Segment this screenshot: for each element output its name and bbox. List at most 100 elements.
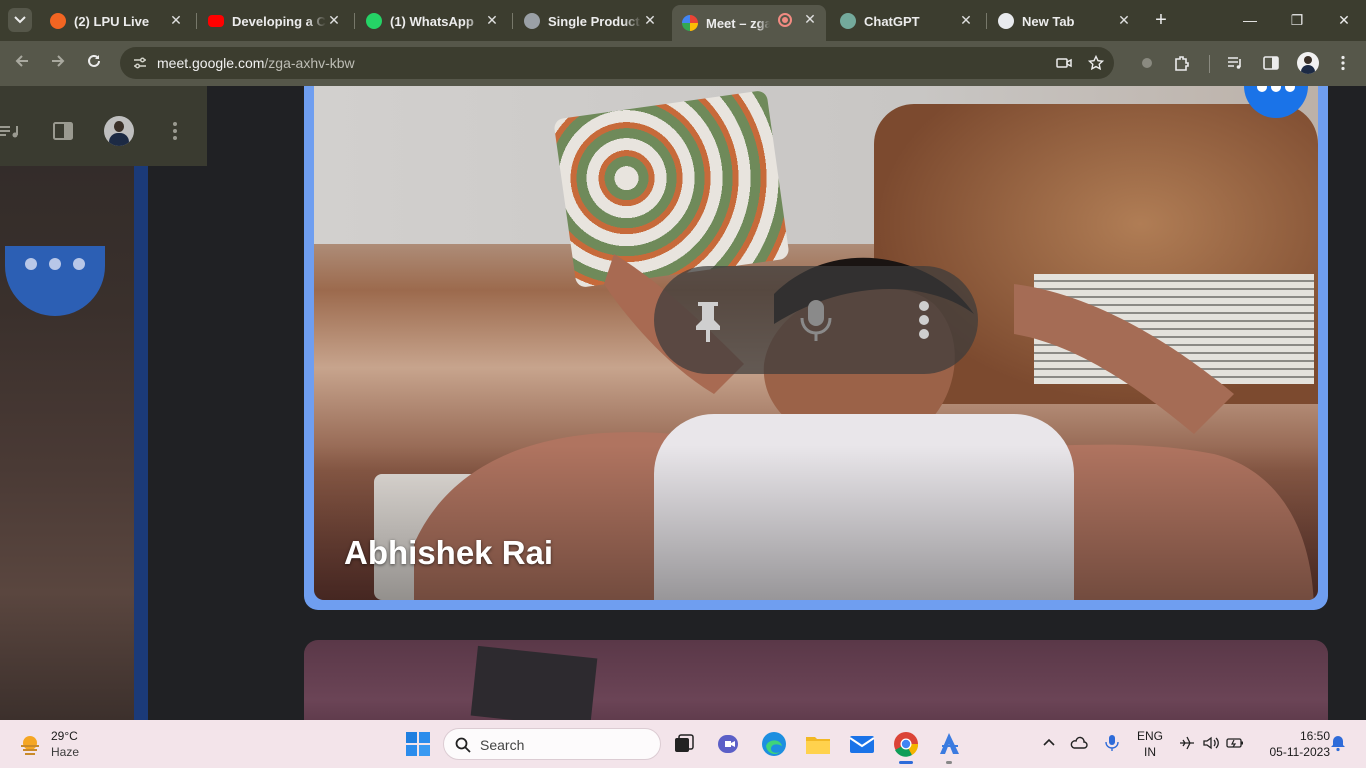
url-path: /zga-axhv-kbw	[264, 55, 355, 71]
close-tab-icon[interactable]: ✕	[326, 12, 342, 28]
tab-developing[interactable]: Developing a Co ✕	[198, 6, 350, 36]
clock-date[interactable]: 05-11-2023	[1256, 745, 1331, 759]
volume-icon[interactable]	[1202, 734, 1220, 752]
tab-title: Developing a Co	[232, 13, 326, 29]
teams-chat-icon[interactable]	[715, 730, 743, 758]
tab-title: (1) WhatsApp	[390, 13, 474, 29]
recording-icon	[778, 13, 792, 27]
tab-title: New Tab	[1022, 13, 1075, 29]
tab-meet[interactable]: Meet – zga-axhv-kbw ✕	[672, 5, 826, 41]
language-indicator[interactable]: ENG	[1134, 729, 1166, 743]
camera-icon[interactable]	[1056, 55, 1072, 71]
weather-condition[interactable]: Haze	[51, 745, 79, 759]
address-bar[interactable]: meet.google.com/zga-axhv-kbw	[120, 47, 1114, 79]
close-tab-icon[interactable]: ✕	[484, 12, 500, 28]
profile-avatar[interactable]	[104, 116, 134, 146]
tab-single-product[interactable]: Single Product P ✕	[514, 6, 666, 36]
left-video-feed	[0, 86, 134, 720]
notification-bell-icon[interactable]	[1329, 734, 1347, 752]
haze-weather-icon[interactable]	[18, 732, 42, 756]
lpu-favicon-icon	[50, 13, 66, 29]
close-tab-icon[interactable]: ✕	[802, 11, 818, 27]
azure-data-studio-icon[interactable]	[936, 730, 964, 758]
more-vert-icon[interactable]	[164, 120, 186, 142]
side-panel-icon[interactable]	[52, 120, 74, 142]
close-tab-icon[interactable]: ✕	[1116, 12, 1132, 28]
chrome-menu-icon[interactable]	[1334, 54, 1352, 72]
participant-name: Abhishek Rai	[344, 534, 554, 571]
windows-taskbar: 29°C Haze Search ENG IN 16:50 05-11-2023	[0, 720, 1366, 768]
microphone-icon[interactable]	[790, 294, 842, 346]
left-participant-tile	[0, 86, 148, 720]
restore-button[interactable]: ❐	[1287, 10, 1307, 30]
mail-icon[interactable]	[848, 730, 876, 758]
edge-browser-icon[interactable]	[760, 730, 788, 758]
more-vert-icon[interactable]	[898, 294, 950, 346]
back-button[interactable]	[12, 53, 32, 73]
tab-title: (2) LPU Live	[74, 13, 150, 29]
globe-favicon-icon	[524, 13, 540, 29]
participant-video: Abhishek Rai	[314, 86, 1318, 600]
arrow-left-icon	[15, 55, 28, 67]
tab-search-button[interactable]	[8, 8, 32, 32]
toolbar-divider	[1209, 55, 1210, 73]
language-region[interactable]: IN	[1134, 745, 1166, 759]
extensions-puzzle-icon[interactable]	[1173, 54, 1191, 72]
chrome-taskbar-icon[interactable]	[892, 730, 920, 758]
extension-circle-icon[interactable]	[1138, 54, 1156, 72]
second-participant-tile[interactable]	[304, 640, 1328, 720]
onedrive-cloud-icon[interactable]	[1070, 734, 1088, 752]
reload-button[interactable]	[84, 53, 104, 73]
chrome-favicon-icon	[998, 13, 1014, 29]
browser-toolbar: meet.google.com/zga-axhv-kbw	[0, 41, 1366, 86]
tab-chatgpt[interactable]: ChatGPT ✕	[830, 6, 982, 36]
close-window-button[interactable]: ✕	[1334, 10, 1354, 30]
close-tab-icon[interactable]: ✕	[168, 12, 184, 28]
side-panel-icon[interactable]	[1262, 54, 1280, 72]
media-controls-icon[interactable]	[0, 120, 22, 142]
minimize-button[interactable]: —	[1240, 10, 1260, 30]
picture-toolbar-overlay	[0, 86, 207, 166]
chevron-down-icon	[14, 16, 26, 24]
chatgpt-favicon-icon	[840, 13, 856, 29]
url-text: meet.google.com/zga-axhv-kbw	[157, 55, 355, 71]
site-settings-icon[interactable]	[132, 55, 148, 71]
reload-icon	[88, 54, 100, 67]
active-app-indicator	[899, 761, 913, 764]
whatsapp-favicon-icon	[366, 13, 382, 29]
tab-lpu-live[interactable]: (2) LPU Live ✕	[40, 6, 192, 36]
new-tab-button[interactable]: +	[1151, 10, 1171, 30]
tab-title: ChatGPT	[864, 13, 920, 29]
task-view-icon[interactable]	[670, 730, 698, 758]
tab-title: Single Product P	[548, 13, 642, 29]
url-host: meet.google.com	[157, 55, 265, 71]
close-tab-icon[interactable]: ✕	[642, 12, 658, 28]
windows-start-icon[interactable]	[404, 730, 432, 758]
airplane-mode-icon[interactable]	[1178, 734, 1196, 752]
battery-charging-icon[interactable]	[1226, 734, 1244, 752]
search-placeholder: Search	[480, 737, 525, 753]
taskbar-search-box[interactable]: Search	[443, 728, 661, 760]
media-controls-icon[interactable]	[1226, 54, 1244, 72]
running-app-indicator	[946, 761, 952, 764]
tab-new-tab[interactable]: New Tab ✕	[988, 6, 1140, 36]
profile-avatar[interactable]	[1297, 52, 1319, 74]
close-tab-icon[interactable]: ✕	[958, 12, 974, 28]
tile-hover-controls	[654, 266, 978, 374]
main-participant-tile[interactable]: Abhishek Rai	[304, 86, 1328, 610]
pin-icon[interactable]	[682, 294, 734, 346]
arrow-right-icon	[52, 55, 65, 67]
file-explorer-icon[interactable]	[804, 730, 832, 758]
tab-strip: (2) LPU Live ✕ Developing a Co ✕ (1) Wha…	[0, 0, 1366, 41]
microphone-tray-icon[interactable]	[1103, 734, 1121, 752]
search-icon	[455, 737, 471, 753]
clock-time[interactable]: 16:50	[1256, 729, 1330, 743]
chevron-up-icon[interactable]	[1040, 734, 1058, 752]
weather-temperature[interactable]: 29°C	[51, 729, 78, 743]
youtube-favicon-icon	[208, 15, 224, 27]
forward-button[interactable]	[48, 53, 68, 73]
tab-whatsapp[interactable]: (1) WhatsApp ✕	[356, 6, 508, 36]
bookmark-star-icon[interactable]	[1088, 55, 1104, 71]
left-tile-border	[134, 166, 148, 720]
tab-title: Meet – zga-axhv-kbw	[706, 15, 770, 31]
